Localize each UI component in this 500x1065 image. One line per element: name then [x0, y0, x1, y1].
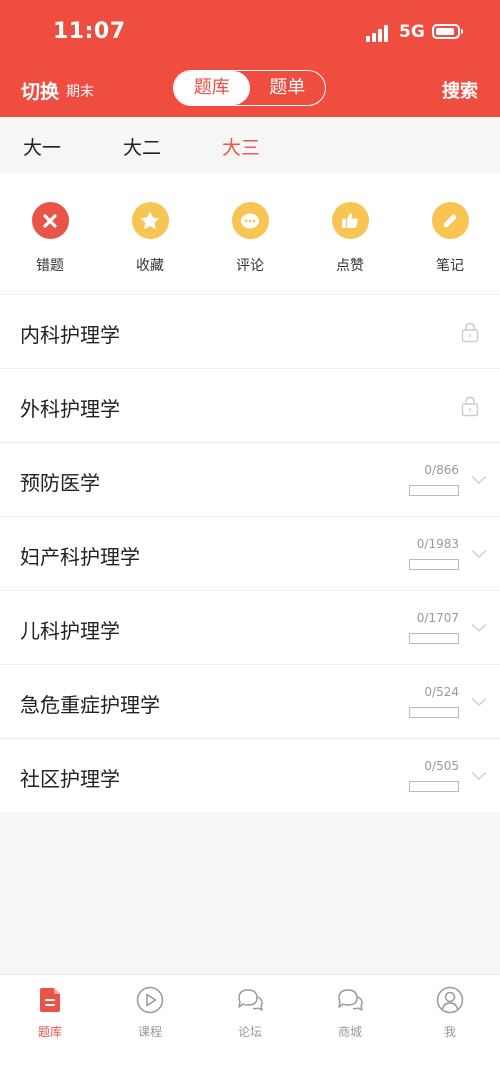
course-name: 预防医学 [20, 471, 100, 495]
tab-label: 论坛 [237, 1025, 262, 1039]
segment-question-bank[interactable]: 题库 [174, 71, 250, 105]
star-icon [131, 202, 169, 239]
grade-tab-1[interactable]: 大一 [23, 133, 61, 160]
tab-forum[interactable]: 论坛 [220, 985, 280, 1040]
course-name: 儿科护理学 [20, 619, 120, 643]
lock-icon [461, 322, 479, 343]
battery-icon [432, 24, 463, 39]
top-header: 11:07 5G 切换 期末 题库 题单 搜索 [0, 0, 500, 117]
quick-notes[interactable]: 笔记 [415, 202, 485, 275]
thumbs-up-icon [331, 202, 369, 239]
chevron-down-icon[interactable] [471, 549, 487, 559]
search-button[interactable]: 搜索 [442, 77, 478, 103]
progress-bar [409, 633, 459, 644]
quick-comments[interactable]: 评论 [215, 202, 285, 275]
course-name: 外科护理学 [20, 397, 120, 421]
tab-label: 我 [443, 1025, 456, 1039]
course-row[interactable]: 内科护理学 [0, 294, 500, 368]
progress-count: 0/524 [424, 685, 459, 699]
progress-bar [409, 781, 459, 792]
chevron-down-icon[interactable] [471, 771, 487, 781]
grade-tab-3[interactable]: 大三 [222, 133, 260, 160]
segment-control: 题库 题单 [173, 70, 326, 106]
tab-shop[interactable]: 商城 [320, 985, 380, 1040]
course-name: 急危重症护理学 [20, 693, 160, 717]
tab-profile[interactable]: 我 [420, 985, 480, 1040]
comment-icon [231, 202, 269, 239]
progress-count: 0/505 [424, 759, 459, 773]
forum-icon [238, 989, 263, 1011]
progress-count: 0/866 [424, 463, 459, 477]
profile-icon [436, 986, 464, 1014]
tab-label: 题库 [37, 1025, 62, 1039]
course-row[interactable]: 妇产科护理学 0/1983 [0, 516, 500, 590]
bottom-tab-bar: 题库 课程 论坛 商城 我 [0, 974, 500, 1065]
signal-icon [366, 24, 392, 42]
chevron-down-icon[interactable] [471, 697, 487, 707]
question-bank-icon [40, 988, 60, 1012]
course-name: 妇产科护理学 [20, 545, 140, 569]
tab-label: 课程 [137, 1025, 162, 1039]
status-time: 11:07 [53, 19, 126, 44]
quick-wrong-questions[interactable]: 错题 [15, 202, 85, 275]
course-name: 社区护理学 [20, 767, 120, 791]
play-icon [136, 986, 164, 1014]
course-name: 内科护理学 [20, 323, 120, 347]
progress-count: 0/1983 [416, 537, 459, 551]
grade-tabs: 大一 大二 大三 [0, 117, 500, 173]
quick-actions: 错题 收藏 评论 点赞 笔记 [0, 173, 500, 294]
quick-label: 收藏 [136, 258, 164, 274]
quick-label: 笔记 [436, 258, 464, 274]
progress-count: 0/1707 [416, 611, 459, 625]
course-row[interactable]: 急危重症护理学 0/524 [0, 664, 500, 738]
tab-courses[interactable]: 课程 [120, 985, 180, 1040]
pencil-icon [431, 202, 469, 239]
segment-question-list[interactable]: 题单 [250, 71, 326, 105]
progress-bar [409, 485, 459, 496]
close-icon [31, 202, 69, 239]
quick-label: 点赞 [336, 258, 364, 274]
course-list: 内科护理学 外科护理学 预防医学 0/866 妇产科护理学 0/1983 儿科护… [0, 294, 500, 812]
chevron-down-icon[interactable] [471, 475, 487, 485]
progress-bar [409, 559, 459, 570]
course-row[interactable]: 外科护理学 [0, 368, 500, 442]
course-row[interactable]: 预防医学 0/866 [0, 442, 500, 516]
shop-chat-icon [338, 989, 363, 1011]
network-type: 5G [399, 22, 425, 42]
grade-tab-2[interactable]: 大二 [123, 133, 161, 160]
status-bar: 11:07 5G [0, 0, 500, 66]
tab-question-bank[interactable]: 题库 [20, 985, 80, 1040]
chevron-down-icon[interactable] [471, 623, 487, 633]
course-row[interactable]: 儿科护理学 0/1707 [0, 590, 500, 664]
course-row[interactable]: 社区护理学 0/505 [0, 738, 500, 812]
nav-bar: 切换 期末 题库 题单 搜索 [0, 66, 500, 112]
tab-label: 商城 [337, 1025, 362, 1039]
quick-label: 错题 [36, 258, 64, 274]
lock-icon [461, 396, 479, 417]
term-label[interactable]: 期末 [66, 81, 94, 101]
quick-favorites[interactable]: 收藏 [115, 202, 185, 275]
quick-label: 评论 [236, 258, 264, 274]
quick-likes[interactable]: 点赞 [315, 202, 385, 275]
progress-bar [409, 707, 459, 718]
switch-button[interactable]: 切换 [21, 77, 59, 104]
